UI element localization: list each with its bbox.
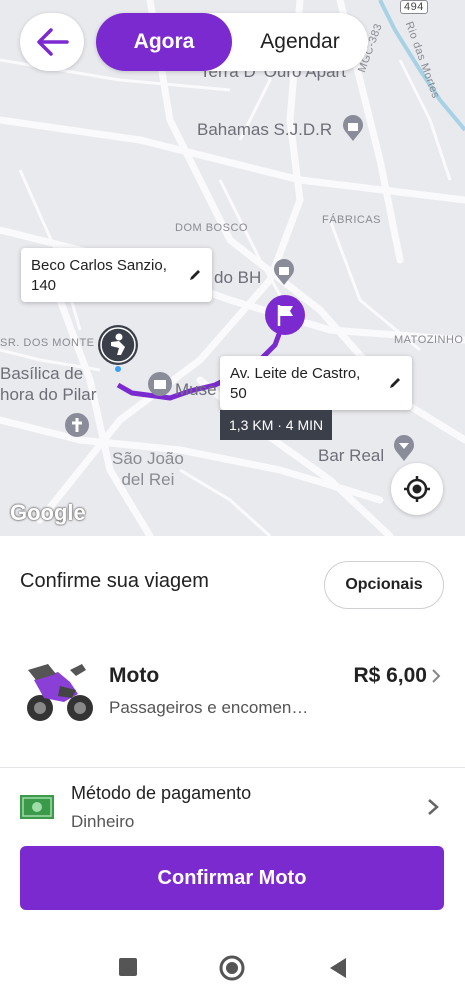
map-label-sao-joao-2: del Rei [121,470,175,489]
ride-option-moto[interactable]: Moto Passageiros e encomen… R$ 6,00 [0,640,465,750]
system-nav-bar [0,945,465,1000]
chevron-right-icon [432,669,441,683]
dropoff-flag-icon [265,295,305,335]
dropoff-address-card[interactable]: Av. Leite de Castro, 50 [220,356,412,410]
pickup-address-text: Beco Carlos Sanzio, 140 [31,257,167,294]
ride-name: Moto [109,664,160,687]
map-label-basilica-1: Basílica de [0,364,84,383]
map-label-sao-joao: São João del Rei [112,448,184,490]
tab-now[interactable]: Agora [96,13,232,71]
map-label-matozinho: MATOZINHO [394,334,464,346]
pickup-address-card[interactable]: Beco Carlos Sanzio, 140 [21,248,212,302]
map-label-do-bh: do BH [214,268,262,287]
time-toggle: Agora Agendar [96,13,368,71]
options-button[interactable]: Opcionais [324,561,444,609]
back-button[interactable] [20,13,84,71]
map-label-museu: Muse [175,380,217,399]
store-pin-icon [343,115,363,141]
ride-description: Passageiros e encomen… [109,698,309,717]
payment-method-row[interactable]: Método de pagamento Dinheiro [0,775,465,837]
dropoff-address-text: Av. Leite de Castro, 50 [230,365,361,402]
locate-button[interactable] [391,463,443,515]
map-label-basilica-2: hora do Pilar [0,385,97,404]
map-label-road-494: 494 [400,0,428,14]
square-icon[interactable] [118,957,138,977]
triangle-icon[interactable] [328,957,348,979]
sheet-title: Confirme sua viagem [20,570,209,592]
museum-pin-icon [148,372,172,396]
church-pin-icon [65,413,89,437]
ride-price: R$ 6,00 [353,664,427,687]
divider [0,767,465,768]
map-label-sr-dos-monte: SR. DOS MONTE [0,337,95,349]
circle-icon[interactable] [219,955,245,981]
map-view[interactable]: Terra D' Ouro Apart Bahamas S.J.D.R DOM … [0,0,465,536]
payment-method-value: Dinheiro [71,812,135,831]
shop-pin-icon [274,259,294,285]
google-attribution: Google [10,500,86,525]
motorcycle-icon [27,664,93,721]
chevron-right-icon [428,799,439,815]
bar-pin-icon [394,435,414,461]
map-label-fabricas: FÁBRICAS [322,214,382,226]
pickup-person-icon [98,325,138,372]
money-bill-icon [20,795,54,819]
tab-schedule[interactable]: Agendar [232,13,368,71]
pencil-icon[interactable] [388,376,402,390]
pencil-icon[interactable] [188,268,202,282]
map-label-bar-real: Bar Real [318,446,385,465]
crosshair-icon [404,476,430,502]
map-label-dom-bosco: DOM BOSCO [175,222,248,234]
arrow-left-icon [37,28,69,56]
payment-method-label: Método de pagamento [71,783,252,803]
route-info-badge: 1,3 KM · 4 MIN [220,410,333,440]
confirm-ride-button[interactable]: Confirmar Moto [20,846,444,910]
map-label-bahamas: Bahamas S.J.D.R [197,120,333,139]
map-label-sao-joao-1: São João [112,449,184,468]
